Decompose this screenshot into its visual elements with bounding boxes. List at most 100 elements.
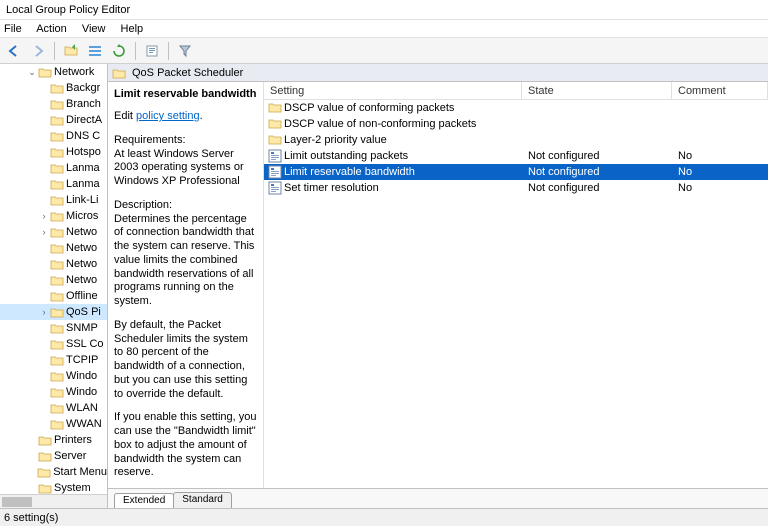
tree-item-label: Server	[54, 448, 86, 464]
folder-icon	[50, 402, 64, 414]
tree-item[interactable]: TCPIP	[0, 352, 107, 368]
tree-item-label: Netwo	[66, 224, 97, 240]
tree-item-label: Windo	[66, 384, 97, 400]
setting-icon	[268, 165, 282, 179]
menu-file[interactable]: File	[4, 23, 22, 35]
node-header-icon	[112, 67, 126, 79]
menu-action[interactable]: Action	[36, 23, 67, 35]
tree-expander[interactable]: ›	[38, 304, 50, 320]
properties-button[interactable]	[142, 41, 162, 61]
tree-item[interactable]: Backgr	[0, 80, 107, 96]
tree-item-label: Hotspo	[66, 144, 101, 160]
folder-icon	[50, 274, 64, 286]
tree-item[interactable]: ⌄Network	[0, 64, 107, 80]
tree-expander[interactable]: ⌄	[26, 64, 38, 80]
tree-item-label: Link-Li	[66, 192, 98, 208]
tree-item[interactable]: Server	[0, 448, 107, 464]
description-pane: Limit reservable bandwidth Edit policy s…	[108, 82, 264, 488]
tree-item-label: QoS Pi	[66, 304, 101, 320]
tree-pane: ⌄NetworkBackgrBranchDirectADNS CHotspoLa…	[0, 64, 108, 508]
tree-item[interactable]: Lanma	[0, 176, 107, 192]
list-row[interactable]: DSCP value of conforming packets	[264, 100, 768, 116]
folder-icon	[50, 162, 64, 174]
tree-hscrollbar[interactable]	[0, 494, 107, 508]
tree-item[interactable]: Hotspo	[0, 144, 107, 160]
tree-item-label: Netwo	[66, 240, 97, 256]
requirements-label: Requirements:	[114, 134, 186, 146]
tree-item[interactable]: Start Menu	[0, 464, 107, 480]
tree-item[interactable]: System	[0, 480, 107, 494]
setting-name: Set timer resolution	[284, 180, 379, 196]
setting-name: Limit reservable bandwidth	[284, 164, 415, 180]
tree-expander[interactable]: ›	[38, 224, 50, 240]
edit-policy-link[interactable]: policy setting	[136, 110, 200, 122]
tree-item-label: TCPIP	[66, 352, 98, 368]
tree-item-label: WLAN	[66, 400, 98, 416]
tree-item[interactable]: › Netwo	[0, 224, 107, 240]
list-row[interactable]: Limit outstanding packetsNot configuredN…	[264, 148, 768, 164]
status-text: 6 setting(s)	[4, 512, 58, 524]
tree-item-label: Netwo	[66, 256, 97, 272]
tree-item[interactable]: › QoS Pi	[0, 304, 107, 320]
tree-item[interactable]: Windo	[0, 384, 107, 400]
tree-item[interactable]: SNMP	[0, 320, 107, 336]
refresh-button[interactable]	[109, 41, 129, 61]
tree-item-label: Branch	[66, 96, 101, 112]
tab-standard[interactable]: Standard	[173, 492, 232, 508]
folder-icon	[50, 290, 64, 302]
list-row[interactable]: Limit reservable bandwidthNot configured…	[264, 164, 768, 180]
folder-icon	[268, 101, 282, 115]
tree-item-label: Netwo	[66, 272, 97, 288]
statusbar: 6 setting(s)	[0, 508, 768, 526]
description-p1: Determines the percentage of connection …	[114, 213, 254, 308]
tree-item[interactable]: Netwo	[0, 272, 107, 288]
toolbar	[0, 38, 768, 64]
tree-item[interactable]: WLAN	[0, 400, 107, 416]
description-label: Description:	[114, 199, 172, 211]
folder-icon	[50, 82, 64, 94]
folder-icon	[50, 354, 64, 366]
folder-icon	[50, 306, 64, 318]
toolbar-separator	[168, 42, 169, 60]
tree-item-label: Start Menu	[53, 464, 107, 480]
folder-icon	[50, 370, 64, 382]
forward-button[interactable]	[28, 41, 48, 61]
tree-item[interactable]: ›Micros	[0, 208, 107, 224]
list-row[interactable]: Layer-2 priority value	[264, 132, 768, 148]
tree-item[interactable]: Printers	[0, 432, 107, 448]
tree-item[interactable]: SSL Co	[0, 336, 107, 352]
list-row[interactable]: DSCP value of non-conforming packets	[264, 116, 768, 132]
col-state[interactable]: State	[522, 82, 672, 99]
tree-item-label: Lanma	[66, 160, 100, 176]
tree-item[interactable]: Netwo	[0, 240, 107, 256]
setting-title: Limit reservable bandwidth	[114, 88, 257, 100]
list-row[interactable]: Set timer resolutionNot configuredNo	[264, 180, 768, 196]
tab-extended[interactable]: Extended	[114, 493, 174, 509]
folder-icon	[50, 322, 64, 334]
list-view-button[interactable]	[85, 41, 105, 61]
menu-view[interactable]: View	[82, 23, 106, 35]
menubar: File Action View Help	[0, 20, 768, 38]
tree-item[interactable]: Lanma	[0, 160, 107, 176]
tree-expander[interactable]: ›	[38, 208, 50, 224]
tree-item-label: Windo	[66, 368, 97, 384]
tree-item[interactable]: Netwo	[0, 256, 107, 272]
folder-up-button[interactable]	[61, 41, 81, 61]
folder-icon	[50, 98, 64, 110]
menu-help[interactable]: Help	[121, 23, 144, 35]
window-title: Local Group Policy Editor	[6, 4, 130, 16]
back-button[interactable]	[4, 41, 24, 61]
tree-item[interactable]: Branch	[0, 96, 107, 112]
folder-icon	[50, 338, 64, 350]
col-setting[interactable]: Setting	[264, 82, 522, 99]
col-comment[interactable]: Comment	[672, 82, 768, 99]
setting-name: DSCP value of non-conforming packets	[284, 116, 476, 132]
filter-button[interactable]	[175, 41, 195, 61]
tree-item[interactable]: WWAN	[0, 416, 107, 432]
tree-item[interactable]: Windo	[0, 368, 107, 384]
tree-item[interactable]: Offline	[0, 288, 107, 304]
tree-item[interactable]: Link-Li	[0, 192, 107, 208]
setting-comment: No	[672, 180, 768, 196]
tree-item[interactable]: DNS C	[0, 128, 107, 144]
tree-item[interactable]: DirectA	[0, 112, 107, 128]
